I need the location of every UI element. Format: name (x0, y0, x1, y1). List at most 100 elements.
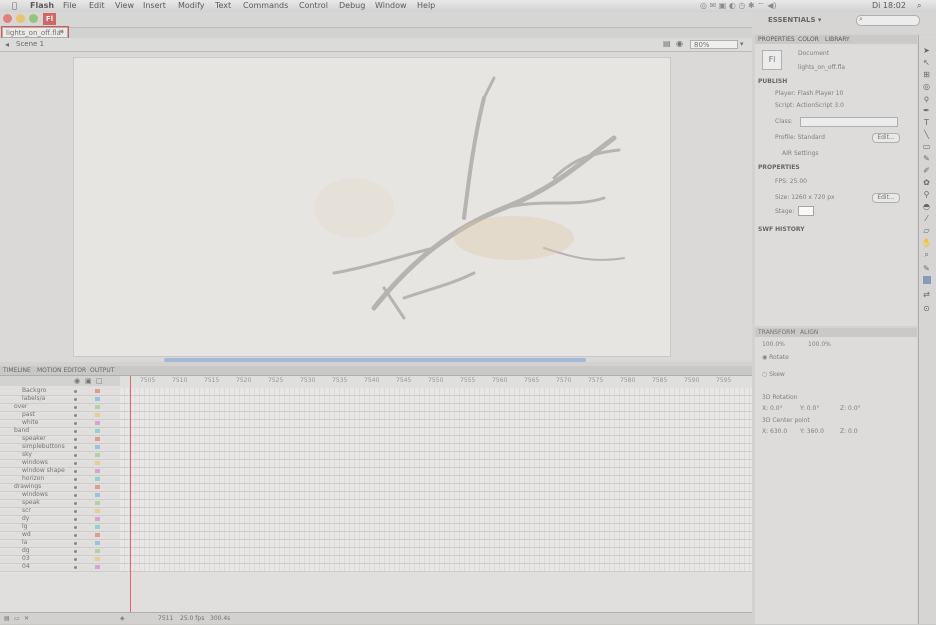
layer-frames[interactable] (120, 420, 752, 427)
visibility-dot[interactable] (74, 446, 77, 449)
menu-edit[interactable]: Edit (89, 1, 105, 10)
layer-color-swatch[interactable] (95, 533, 100, 537)
tab-motion-editor[interactable]: MOTION EDITOR (37, 367, 86, 374)
visibility-dot[interactable] (74, 534, 77, 537)
layer-row[interactable]: lg (0, 523, 752, 532)
tab-output[interactable]: OUTPUT (90, 367, 114, 374)
layer-color-swatch[interactable] (95, 405, 100, 409)
visibility-dot[interactable] (74, 398, 77, 401)
layer-row[interactable]: white (0, 419, 752, 428)
layer-frames[interactable] (120, 444, 752, 451)
layer-row[interactable]: 04 (0, 563, 752, 572)
visibility-dot[interactable] (74, 542, 77, 545)
layer-frames[interactable] (120, 404, 752, 411)
layer-row[interactable]: sky (0, 451, 752, 460)
tab-transform[interactable]: TRANSFORM (758, 329, 796, 336)
menu-file[interactable]: File (63, 1, 76, 10)
layer-frames[interactable] (120, 428, 752, 435)
layer-row[interactable]: la (0, 539, 752, 548)
layer-color-swatch[interactable] (95, 453, 100, 457)
visibility-dot[interactable] (74, 502, 77, 505)
zoom-window-button[interactable] (29, 14, 38, 23)
layer-frames[interactable] (120, 500, 752, 507)
close-window-button[interactable] (3, 14, 12, 23)
layer-frames[interactable] (120, 508, 752, 515)
lasso-tool-icon[interactable]: ϙ (921, 94, 932, 103)
visibility-dot[interactable] (74, 470, 77, 473)
spotlight-icon[interactable]: ⌕ (917, 1, 921, 11)
layer-row[interactable]: band (0, 427, 752, 436)
visibility-dot[interactable] (74, 566, 77, 569)
visibility-dot[interactable] (74, 486, 77, 489)
visibility-dot[interactable] (74, 510, 77, 513)
tab-properties[interactable]: PROPERTIES (758, 36, 795, 43)
pen-tool-icon[interactable]: ✒ (921, 106, 932, 115)
tab-align[interactable]: ALIGN (800, 329, 818, 336)
air-settings-button[interactable]: AIR Settings (782, 150, 819, 157)
layer-color-swatch[interactable] (95, 389, 100, 393)
layer-frames[interactable] (120, 492, 752, 499)
layer-color-swatch[interactable] (95, 397, 100, 401)
paint-bucket-tool-icon[interactable]: ◓ (921, 202, 932, 211)
rotation-z[interactable]: Z: 0.0° (840, 405, 861, 412)
stage-horizontal-scrollbar[interactable] (164, 358, 586, 362)
skew-radio[interactable]: ○ Skew (762, 371, 785, 378)
edit-scene-icon[interactable]: ▤ (663, 39, 671, 48)
selection-tool-icon[interactable]: ➤ (921, 46, 932, 55)
menu-text[interactable]: Text (215, 1, 231, 10)
new-folder-icon[interactable]: ▭ (14, 615, 20, 622)
layer-row[interactable]: simplebuttons (0, 443, 752, 452)
layer-frames[interactable] (120, 460, 752, 467)
layer-frames[interactable] (120, 452, 752, 459)
hand-tool-icon[interactable]: ✋ (921, 238, 932, 247)
layer-color-swatch[interactable] (95, 421, 100, 425)
layer-color-swatch[interactable] (95, 429, 100, 433)
menu-modify[interactable]: Modify (178, 1, 205, 10)
layer-color-swatch[interactable] (95, 413, 100, 417)
center-frame-icon[interactable]: ◈ (120, 615, 125, 622)
layer-color-swatch[interactable] (95, 493, 100, 497)
layer-color-swatch[interactable] (95, 461, 100, 465)
deco-tool-icon[interactable]: ✿ (921, 178, 932, 187)
menu-control[interactable]: Control (299, 1, 328, 10)
layer-frames[interactable] (120, 468, 752, 475)
layer-row[interactable]: dy (0, 515, 752, 524)
tab-color[interactable]: COLOR (798, 36, 819, 43)
layer-frames[interactable] (120, 412, 752, 419)
close-tab-icon[interactable]: ✕ (58, 28, 64, 36)
visibility-dot[interactable] (74, 438, 77, 441)
menu-view[interactable]: View (115, 1, 134, 10)
layer-row[interactable]: wd (0, 531, 752, 540)
layer-frames[interactable] (120, 396, 752, 403)
rotation-y[interactable]: Y: 0.0° (800, 405, 819, 412)
layer-color-swatch[interactable] (95, 509, 100, 513)
zoom-tool-icon[interactable]: ⌕ (921, 250, 932, 260)
visibility-dot[interactable] (74, 518, 77, 521)
workspace-switcher[interactable]: ESSENTIALS ▾ (768, 16, 821, 24)
layer-color-swatch[interactable] (95, 437, 100, 441)
layer-color-swatch[interactable] (95, 541, 100, 545)
layer-row[interactable]: speak (0, 499, 752, 508)
edit-profile-button[interactable]: Edit... (872, 133, 900, 143)
snap-icon[interactable]: ⊙ (921, 304, 932, 313)
visibility-dot[interactable] (74, 430, 77, 433)
eraser-tool-icon[interactable]: ▱ (921, 226, 932, 235)
visibility-dot[interactable] (74, 406, 77, 409)
brush-tool-icon[interactable]: ✐ (921, 166, 932, 175)
minimize-window-button[interactable] (16, 14, 25, 23)
playhead[interactable] (130, 376, 131, 612)
zoom-select[interactable]: 80% (690, 40, 738, 49)
menu-commands[interactable]: Commands (243, 1, 288, 10)
layer-row[interactable]: dg (0, 547, 752, 556)
rotate-radio[interactable]: ◉ Rotate (762, 354, 789, 361)
swap-colors-icon[interactable]: ⇄ (921, 290, 932, 299)
layer-frames[interactable] (120, 548, 752, 555)
fill-color-icon[interactable] (921, 276, 932, 286)
visibility-dot[interactable] (74, 478, 77, 481)
layer-color-swatch[interactable] (95, 445, 100, 449)
menu-insert[interactable]: Insert (143, 1, 166, 10)
layer-row[interactable]: 03 (0, 555, 752, 564)
swf-history-header[interactable]: SWF HISTORY (758, 226, 805, 233)
rectangle-tool-icon[interactable]: ▭ (921, 142, 932, 151)
menu-flash[interactable]: Flash (30, 1, 54, 10)
